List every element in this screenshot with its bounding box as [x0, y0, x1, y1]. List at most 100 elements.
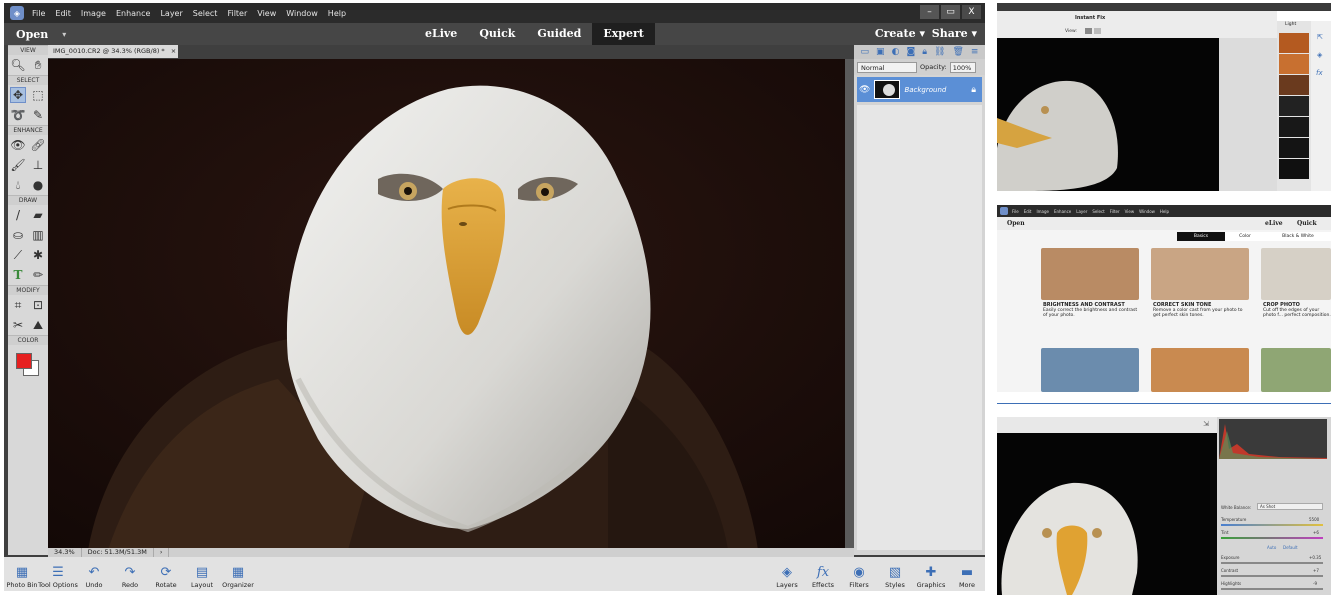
blend-mode-select[interactable]: Normal	[857, 61, 917, 73]
menu-image[interactable]: Image	[1036, 209, 1049, 214]
opacity-input[interactable]: 100%	[949, 61, 976, 73]
zoom-tool-icon[interactable]: 🔍︎	[10, 57, 26, 73]
tab-expert[interactable]: Expert	[592, 23, 655, 45]
menu-help[interactable]: Help	[328, 9, 346, 18]
menu-view[interactable]: View	[257, 9, 276, 18]
foreground-color-swatch[interactable]	[16, 353, 32, 369]
blur-tool-icon[interactable]: 💧︎	[10, 177, 26, 193]
smart-brush-tool-icon[interactable]: 🖌︎	[10, 157, 26, 173]
new-group-icon[interactable]: ▣	[876, 47, 885, 57]
card-crop-image[interactable]	[1261, 248, 1331, 300]
exposure-slider[interactable]	[1221, 562, 1323, 564]
move-icon[interactable]: ⇱	[1317, 33, 1323, 41]
preset-thumb[interactable]	[1279, 117, 1309, 137]
lock-icon[interactable]: 🔒︎	[922, 47, 927, 57]
open-button[interactable]: Open	[1007, 220, 1025, 227]
hand-tool-icon[interactable]: ✋︎	[30, 57, 46, 73]
tab-elive[interactable]: eLive	[1265, 220, 1283, 227]
tab-black-white[interactable]: Black & White	[1265, 232, 1331, 241]
menu-select[interactable]: Select	[193, 9, 218, 18]
effects-fx-icon[interactable]: fx	[1316, 69, 1323, 77]
menu-edit[interactable]: Edit	[55, 9, 71, 18]
preset-thumb[interactable]	[1279, 33, 1309, 53]
organizer-button[interactable]: ▦ Organizer	[220, 564, 256, 591]
preset-thumb[interactable]	[1279, 138, 1309, 158]
lasso-tool-icon[interactable]: ➰	[10, 107, 26, 123]
redo-button[interactable]: ↷ Redo	[112, 564, 148, 591]
layer-row-background[interactable]: 👁︎ Background 🔒︎	[857, 77, 982, 102]
tab-quick[interactable]: Quick	[1297, 220, 1317, 227]
menu-file[interactable]: File	[32, 9, 45, 18]
card-image[interactable]	[1041, 348, 1139, 392]
undo-button[interactable]: ↶ Undo	[76, 564, 112, 591]
preset-thumb[interactable]	[1279, 96, 1309, 116]
eraser-tool-icon[interactable]: ▰	[30, 207, 46, 223]
white-balance-select[interactable]: As Shot	[1257, 503, 1323, 510]
menu-file[interactable]: File	[1012, 209, 1019, 214]
open-button[interactable]: Open	[16, 28, 48, 41]
menu-enhance[interactable]: Enhance	[1054, 209, 1071, 214]
mask-icon[interactable]: ◙	[906, 47, 915, 57]
tool-options-button[interactable]: ☰ Tool Options	[38, 564, 78, 591]
pencil-tool-icon[interactable]: ✏︎	[30, 267, 46, 283]
layout-button[interactable]: ▤ Layout	[184, 564, 220, 591]
panel-menu-icon[interactable]: ≡	[971, 47, 979, 57]
image-canvas[interactable]	[48, 59, 854, 550]
photo-bin-button[interactable]: ▦ Photo Bin	[4, 564, 40, 591]
menu-image[interactable]: Image	[81, 9, 106, 18]
styles-button[interactable]: ▧ Styles	[877, 564, 913, 591]
tab-elive[interactable]: eLive	[414, 23, 468, 45]
vertical-scrollbar[interactable]	[845, 59, 854, 549]
menu-select[interactable]: Select	[1092, 209, 1104, 214]
minimize-button[interactable]: –	[920, 5, 939, 19]
create-button[interactable]: Create ▾	[875, 23, 925, 45]
preset-thumb[interactable]	[1279, 75, 1309, 95]
eyedropper-tool-icon[interactable]: ⟋	[10, 247, 26, 263]
card-image[interactable]	[1151, 348, 1249, 392]
open-dropdown-icon[interactable]: ▾	[62, 30, 66, 39]
chevron-right-icon[interactable]: ›	[154, 548, 170, 557]
close-button[interactable]: X	[962, 5, 981, 19]
tab-basics[interactable]: Basics	[1177, 232, 1225, 241]
adjustment-layer-icon[interactable]: ◐	[892, 47, 900, 57]
maximize-button[interactable]: ▭	[941, 5, 960, 19]
preset-thumb[interactable]	[1279, 159, 1309, 179]
card-skin-tone-image[interactable]	[1151, 248, 1249, 300]
document-tab[interactable]: IMG_0010.CR2 @ 34.3% (RGB/8) * ×	[48, 45, 178, 58]
clone-stamp-tool-icon[interactable]: ⊥	[30, 157, 46, 173]
card-image[interactable]	[1261, 348, 1331, 392]
paint-bucket-tool-icon[interactable]: ⛀	[10, 227, 26, 243]
menu-window[interactable]: Window	[286, 9, 318, 18]
contrast-slider[interactable]	[1221, 575, 1323, 577]
tab-quick[interactable]: Quick	[468, 23, 526, 45]
crop-tool-icon[interactable]: ⌗	[10, 297, 26, 313]
spot-healing-tool-icon[interactable]: 🩹︎	[30, 137, 46, 153]
default-button[interactable]: Default	[1283, 545, 1298, 550]
temperature-slider[interactable]	[1221, 524, 1323, 526]
brush-tool-icon[interactable]: /	[10, 207, 26, 223]
link-icon[interactable]: ⛓︎	[934, 47, 945, 57]
menu-help[interactable]: Help	[1160, 209, 1169, 214]
rotate-button[interactable]: ⟳ Rotate	[148, 564, 184, 591]
filters-button[interactable]: ◉ Filters	[841, 564, 877, 591]
menu-edit[interactable]: Edit	[1024, 209, 1032, 214]
share-button[interactable]: Share ▾	[932, 23, 977, 45]
tab-guided[interactable]: Guided	[526, 23, 592, 45]
graphics-button[interactable]: ✚ Graphics	[913, 564, 949, 591]
tint-slider[interactable]	[1221, 537, 1323, 539]
custom-shape-tool-icon[interactable]: ✱	[30, 247, 46, 263]
preset-thumb[interactable]	[1279, 54, 1309, 74]
menu-view[interactable]: View	[1125, 209, 1135, 214]
new-layer-icon[interactable]: ▭	[861, 47, 870, 57]
recompose-tool-icon[interactable]: ⊡	[30, 297, 46, 313]
menu-filter[interactable]: Filter	[1110, 209, 1120, 214]
export-icon[interactable]: ⇲	[1203, 420, 1209, 428]
menu-enhance[interactable]: Enhance	[116, 9, 151, 18]
card-brightness-image[interactable]	[1041, 248, 1139, 300]
move-tool-icon[interactable]: ✥	[10, 87, 26, 103]
view-split-icon[interactable]	[1094, 28, 1101, 34]
menu-layer[interactable]: Layer	[1076, 209, 1087, 214]
menu-window[interactable]: Window	[1139, 209, 1155, 214]
tab-color[interactable]: Color	[1225, 232, 1265, 241]
type-tool-icon[interactable]: T	[10, 267, 26, 283]
